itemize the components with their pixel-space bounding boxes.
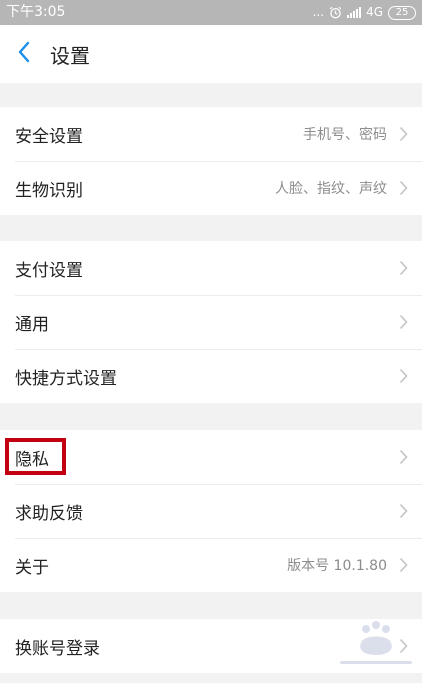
settings-item-payment[interactable]: 支付设置 — [0, 241, 422, 295]
settings-group-account: 换账号登录 — [0, 619, 422, 673]
status-bar: 下午3:05 ... 4G 25 — [0, 0, 422, 25]
back-button[interactable] — [2, 25, 46, 83]
settings-item-security[interactable]: 安全设置 手机号、密码 — [0, 107, 422, 161]
app-header: 设置 — [0, 25, 422, 83]
settings-item-shortcuts[interactable]: 快捷方式设置 — [0, 349, 422, 403]
settings-group-general: 支付设置 通用 快捷方式设置 — [0, 241, 422, 403]
settings-item-biometrics[interactable]: 生物识别 人脸、指纹、声纹 — [0, 161, 422, 215]
chevron-right-icon — [399, 557, 408, 573]
settings-item-switch-account[interactable]: 换账号登录 — [0, 619, 422, 673]
settings-group-privacy: 隐私 求助反馈 关于 版本号 10.1.80 — [0, 430, 422, 592]
chevron-right-icon — [399, 368, 408, 384]
settings-item-detail: 人脸、指纹、声纹 — [275, 181, 387, 197]
settings-item-label: 关于 — [15, 557, 49, 578]
settings-item-detail: 手机号、密码 — [303, 127, 387, 143]
settings-item-label: 生物识别 — [15, 180, 83, 201]
chevron-right-icon — [399, 180, 408, 196]
settings-item-label: 安全设置 — [15, 126, 83, 147]
chevron-right-icon — [399, 503, 408, 519]
settings-item-general[interactable]: 通用 — [0, 295, 422, 349]
notification-dots: ... — [312, 5, 325, 19]
chevron-left-icon — [17, 41, 31, 67]
battery-icon: 25 — [388, 5, 416, 20]
settings-item-about[interactable]: 关于 版本号 10.1.80 — [0, 538, 422, 592]
settings-item-help-feedback[interactable]: 求助反馈 — [0, 484, 422, 538]
settings-item-label: 支付设置 — [15, 260, 83, 281]
chevron-right-icon — [399, 314, 408, 330]
settings-group-security: 安全设置 手机号、密码 生物识别 人脸、指纹、声纹 — [0, 107, 422, 215]
settings-item-label: 求助反馈 — [15, 503, 83, 524]
page-title: 设置 — [50, 43, 90, 68]
signal-icon — [347, 7, 362, 18]
settings-item-detail: 版本号 10.1.80 — [287, 558, 387, 574]
settings-item-privacy[interactable]: 隐私 — [0, 430, 422, 484]
chevron-right-icon — [399, 126, 408, 142]
network-type: 4G — [366, 5, 383, 19]
chevron-right-icon — [399, 449, 408, 465]
chevron-right-icon — [399, 260, 408, 276]
settings-item-label: 换账号登录 — [15, 638, 100, 659]
settings-item-label: 通用 — [15, 314, 49, 335]
status-time: 下午3:05 — [6, 4, 66, 20]
status-indicators: ... 4G 25 — [313, 0, 416, 25]
settings-item-label: 隐私 — [15, 449, 49, 470]
chevron-right-icon — [399, 638, 408, 654]
alarm-icon — [329, 6, 342, 19]
settings-item-label: 快捷方式设置 — [15, 368, 117, 389]
